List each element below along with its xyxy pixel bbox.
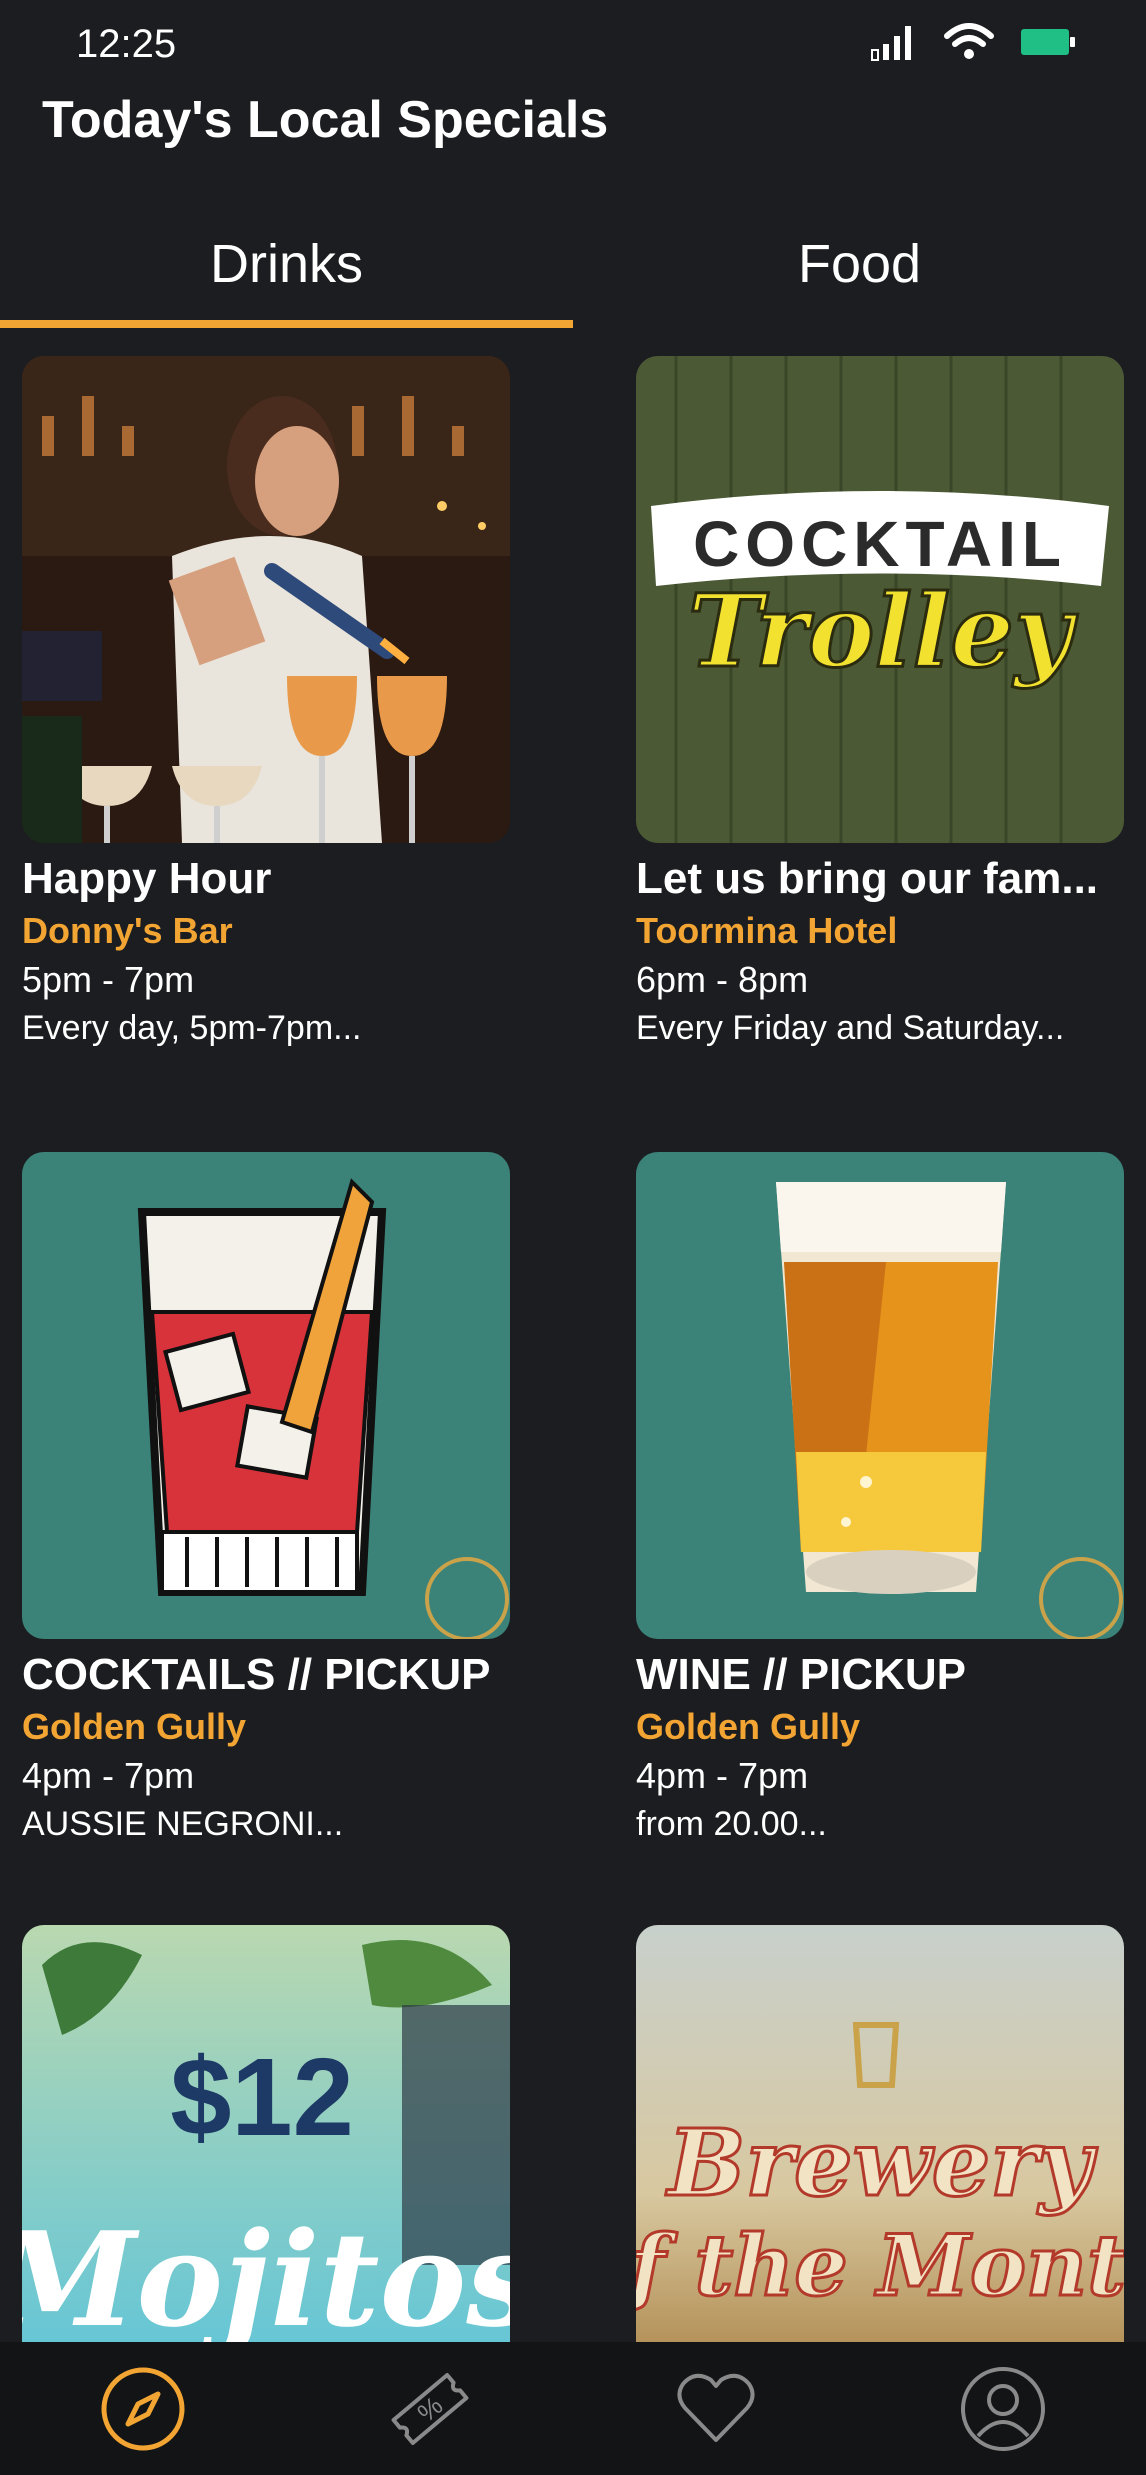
special-title: WINE // PICKUP <box>636 1650 967 1699</box>
special-description: AUSSIE NEGRONI... <box>22 1805 344 1843</box>
tab-food[interactable]: Food <box>573 200 1146 328</box>
special-time: 4pm - 7pm <box>22 1755 195 1796</box>
special-image-cocktail-trolley: COCKTAIL Trolley <box>636 356 1124 843</box>
svg-text:Trolley: Trolley <box>688 572 1078 690</box>
svg-text:%: % <box>411 2390 448 2428</box>
page-title: Today's Local Specials <box>42 91 609 149</box>
special-card[interactable]: COCKTAIL Trolley Let us bring our fam...… <box>636 356 1126 1051</box>
special-image-mojitos: $12 Mojitos <box>22 1925 510 2342</box>
nav-profile[interactable] <box>860 2342 1146 2475</box>
special-venue[interactable]: Toormina Hotel <box>636 907 1126 955</box>
special-venue[interactable]: Golden Gully <box>636 1703 1126 1751</box>
special-time: 6pm - 8pm <box>636 959 809 1000</box>
special-time: 5pm - 7pm <box>22 959 195 1000</box>
status-time: 12:25 <box>76 22 177 66</box>
svg-text:of the Month: of the Month <box>636 2216 1124 2315</box>
status-icons <box>870 22 1076 62</box>
heart-icon <box>677 2373 755 2442</box>
special-card[interactable]: Happy Hour Donny's Bar 5pm - 7pm Every d… <box>22 356 512 1051</box>
special-card[interactable]: Brewery of the Month <box>636 1925 1126 2342</box>
special-description: from 20.00... <box>636 1805 827 1843</box>
special-image-bartender <box>22 356 510 843</box>
compass-icon <box>101 2367 185 2450</box>
tab-bar: Drinks Food <box>0 200 1146 328</box>
svg-text:$12: $12 <box>170 2036 354 2159</box>
svg-text:COCKTAIL: COCKTAIL <box>693 508 1067 580</box>
specials-grid: Happy Hour Donny's Bar 5pm - 7pm Every d… <box>0 356 1146 2342</box>
special-image-negroni <box>22 1152 510 1639</box>
special-card[interactable]: $12 Mojitos <box>22 1925 512 2342</box>
special-card[interactable]: COCKTAILS // PICKUP Golden Gully 4pm - 7… <box>22 1152 512 1847</box>
battery-icon <box>1021 29 1075 55</box>
special-venue[interactable]: Golden Gully <box>22 1703 512 1751</box>
svg-text:Brewery: Brewery <box>665 2109 1098 2217</box>
special-description: Every Friday and Saturday... <box>636 1009 1065 1047</box>
nav-explore[interactable] <box>0 2342 287 2475</box>
special-description: Every day, 5pm-7pm... <box>22 1009 362 1047</box>
wifi-icon <box>944 23 994 59</box>
status-bar: 12:25 <box>0 0 1146 90</box>
special-title: Happy Hour <box>22 854 272 903</box>
nav-favorites[interactable] <box>573 2342 860 2475</box>
coupon-icon: % <box>391 2372 469 2445</box>
special-time: 4pm - 7pm <box>636 1755 809 1796</box>
special-title: COCKTAILS // PICKUP <box>22 1650 491 1699</box>
profile-icon <box>960 2366 1045 2451</box>
special-card[interactable]: WINE // PICKUP Golden Gully 4pm - 7pm fr… <box>636 1152 1126 1847</box>
nav-deals[interactable]: % <box>287 2342 574 2475</box>
special-title: Let us bring our fam... <box>636 854 1099 903</box>
svg-text:Mojitos: Mojitos <box>22 2203 510 2342</box>
tab-drinks[interactable]: Drinks <box>0 200 573 328</box>
special-image-brewery-of-the-month: Brewery of the Month <box>636 1925 1124 2342</box>
bottom-nav: % <box>0 2342 1146 2475</box>
special-image-beer <box>636 1152 1124 1639</box>
signal-icon <box>871 26 911 61</box>
special-venue[interactable]: Donny's Bar <box>22 907 512 955</box>
